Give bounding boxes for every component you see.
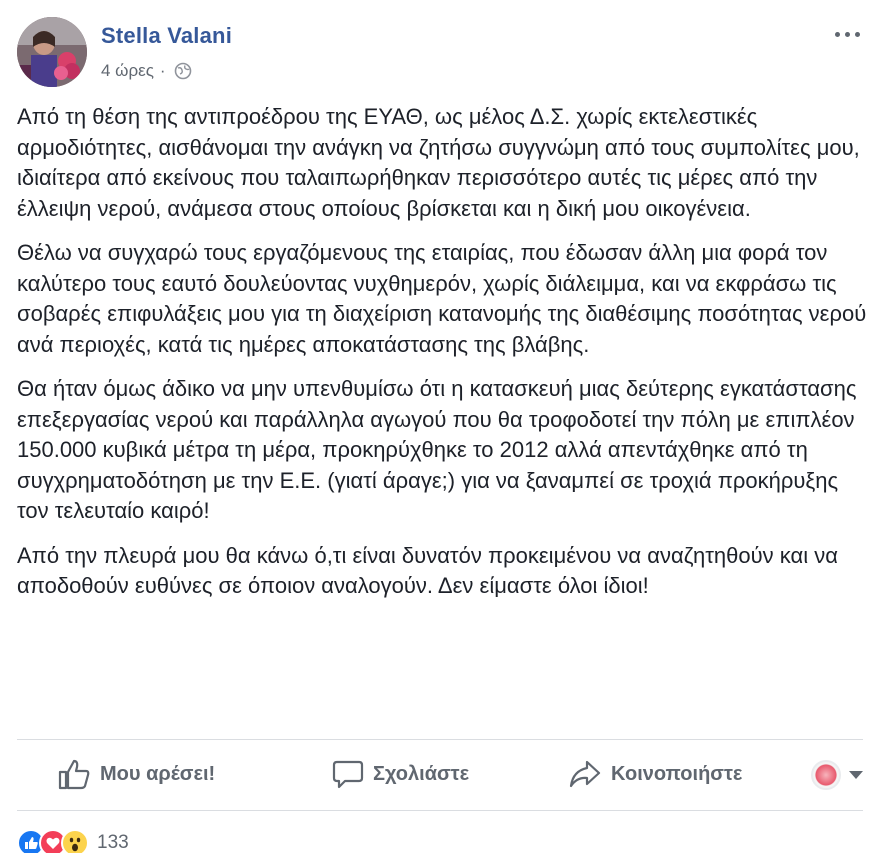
post-actions-bar: Μου αρέσει! Σχολιάστε Κοινοποιήστε — [17, 740, 863, 810]
more-options-icon[interactable] — [833, 25, 863, 43]
chevron-down-icon — [849, 771, 863, 779]
globe-icon[interactable] — [174, 62, 192, 80]
share-button[interactable]: Κοινοποιήστε — [568, 758, 742, 790]
share-icon — [569, 760, 601, 788]
author-avatar[interactable] — [17, 17, 87, 87]
post-meta: 4 ώρες · — [101, 61, 192, 81]
post-paragraph-4: Από την πλευρά μου θα κάνω ό,τι είναι δυ… — [17, 542, 838, 599]
share-button-label: Κοινοποιήστε — [611, 762, 743, 785]
meta-separator: · — [159, 61, 166, 80]
post-paragraph-3: Θα ήταν όμως άδικο να μην υπενθυμίσω ότι… — [17, 376, 857, 523]
comment-button[interactable]: Σχολιάστε — [332, 758, 469, 790]
post-paragraph-1: Από τη θέση της αντιπροέδρου της ΕΥΑΘ, ω… — [17, 104, 860, 221]
like-button-label: Μου αρέσει! — [100, 762, 216, 785]
comment-icon — [332, 760, 364, 789]
post-timestamp[interactable]: 4 ώρες — [101, 61, 154, 81]
post-text: Από τη θέση της αντιπροέδρου της ΕΥΑΘ, ω… — [17, 102, 867, 616]
wow-icon — [61, 829, 89, 853]
comment-button-label: Σχολιάστε — [373, 762, 470, 785]
reaction-count[interactable]: 133 — [97, 832, 129, 853]
profile-mini-avatar — [811, 760, 841, 790]
post-header: Stella Valani 4 ώρες · — [17, 17, 863, 89]
author-name-link[interactable]: Stella Valani — [101, 23, 232, 49]
like-button[interactable]: Μου αρέσει! — [57, 758, 215, 790]
post-paragraph-2: Θέλω να συγχαρώ τους εργαζόμενους της ετ… — [17, 240, 867, 357]
reactions-summary[interactable]: 133 — [17, 829, 129, 853]
actions-bottom-divider — [17, 810, 863, 811]
thumbs-up-icon — [58, 759, 90, 790]
react-as-selector[interactable] — [811, 760, 863, 790]
